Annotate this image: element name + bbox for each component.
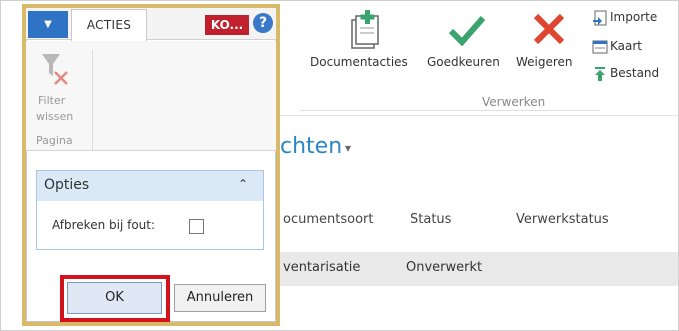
ribbon-group-label: Verwerken	[482, 95, 546, 109]
abort-on-error-label: Afbreken bij fout:	[52, 218, 156, 232]
import-label: Importe	[610, 10, 658, 24]
kaart-label: Kaart	[610, 39, 643, 53]
column-header-status[interactable]: Status	[410, 212, 451, 227]
clear-filter-button[interactable]: Filter wissen	[36, 48, 78, 126]
goedkeuren-label: Goedkeuren	[427, 55, 500, 69]
abort-on-error-checkbox[interactable]	[189, 219, 204, 234]
clear-filter-label-line2: wissen	[36, 110, 74, 123]
column-header-documentsoort[interactable]: ocumentsoort	[283, 212, 373, 227]
goedkeuren-button[interactable]: Goedkeuren	[424, 8, 512, 78]
ribbon-divider	[300, 110, 600, 111]
help-icon[interactable]: ?	[253, 13, 273, 33]
card-icon	[592, 40, 608, 54]
upload-arrow-icon	[595, 67, 605, 81]
options-title: Opties	[44, 177, 90, 193]
clear-filter-label-line1: Filter	[38, 94, 66, 107]
documentacties-label: Documentacties	[310, 55, 408, 69]
menu-dropdown-button[interactable]: ▼	[28, 11, 68, 38]
bestand-label: Bestand	[610, 66, 660, 80]
clear-filter-icon	[42, 54, 68, 85]
x-mark-icon	[533, 13, 565, 45]
document-actions-icon	[351, 10, 379, 49]
weigeren-label: Weigeren	[516, 55, 573, 69]
chevron-up-icon[interactable]: ⌃	[238, 177, 248, 191]
page-title: chten	[280, 134, 343, 159]
documentacties-button[interactable]: Documentacties	[307, 8, 421, 78]
ribbon-group-pagina: Pagina	[36, 134, 73, 147]
group-separator	[92, 50, 93, 150]
tab-acties[interactable]: ACTIES	[71, 9, 147, 41]
title-chevron-down-icon[interactable]: ▾	[345, 141, 351, 155]
company-badge[interactable]: KO...	[205, 15, 249, 35]
column-header-verwerkstatus[interactable]: Verwerkstatus	[516, 212, 609, 227]
kaart-button[interactable]: Kaart	[592, 37, 679, 57]
cancel-button[interactable]: Annuleren	[174, 284, 266, 312]
import-button[interactable]: Importe	[592, 8, 679, 28]
checkmark-icon	[448, 16, 486, 46]
bestand-button[interactable]: Bestand	[592, 64, 679, 84]
ok-button[interactable]: OK	[67, 282, 162, 314]
cell-status: Onverwerkt	[406, 260, 483, 275]
dropdown-arrow-icon: ▼	[44, 19, 52, 30]
import-icon	[593, 10, 607, 26]
weigeren-button[interactable]: Weigeren	[514, 8, 586, 78]
cell-documentsoort: ventarisatie	[283, 260, 361, 275]
